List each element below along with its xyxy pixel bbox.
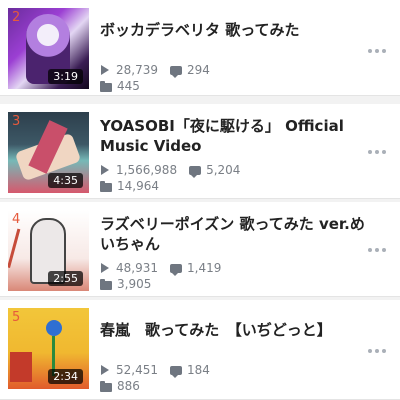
mylist-count: 445 [117,79,140,93]
comment-count: 1,419 [187,261,222,275]
duration-badge: 2:34 [48,369,83,384]
folder-icon [100,80,112,92]
more-dots-icon[interactable] [368,247,386,253]
view-count: 52,451 [116,363,158,377]
comment-icon [189,165,202,178]
list-item[interactable]: 5 2:34 春嵐 歌ってみた 【いぢどっと】 52,451 184 886 [0,300,400,400]
comment-icon [170,65,182,78]
more-dots-icon[interactable] [368,149,386,155]
view-count: 28,739 [116,63,158,77]
video-title[interactable]: ボッカデラベリタ 歌ってみた [100,20,370,40]
thumbnail-artwork [46,320,62,336]
play-icon [101,65,109,75]
video-thumbnail[interactable]: 2 3:19 [8,8,89,89]
view-count: 48,931 [116,261,158,275]
mylist-count: 14,964 [117,179,159,193]
play-icon [101,365,109,375]
video-title[interactable]: ラズベリーポイズン 歌ってみた ver.めいちゃん [100,214,370,254]
play-icon [101,263,109,273]
list-item[interactable]: 3 4:35 YOASOBI「夜に駆ける」 Official Music Vid… [0,104,400,199]
video-stats: 28,739 294 445 [100,62,210,94]
video-stats: 52,451 184 886 [100,362,210,394]
video-ranking-list: 2 3:19 ボッカデラベリタ 歌ってみた 28,739 294 445 3 4… [0,0,400,400]
folder-icon [100,180,112,192]
video-thumbnail[interactable]: 3 4:35 [8,112,89,193]
video-title[interactable]: YOASOBI「夜に駆ける」 Official Music Video [100,116,370,156]
video-title[interactable]: 春嵐 歌ってみた 【いぢどっと】 [100,320,370,340]
duration-badge: 2:55 [48,271,83,286]
duration-badge: 3:19 [48,69,83,84]
folder-icon [100,278,112,290]
video-stats: 48,931 1,419 3,905 [100,260,221,292]
mylist-count: 886 [117,379,140,393]
folder-icon [100,380,112,392]
rank-number: 3 [12,114,21,129]
duration-badge: 4:35 [48,173,83,188]
rank-number: 2 [12,10,21,25]
comment-icon [170,263,182,276]
list-item[interactable]: 4 2:55 ラズベリーポイズン 歌ってみた ver.めいちゃん 48,931 … [0,202,400,297]
rank-number: 4 [12,212,21,227]
rank-number: 5 [12,310,21,325]
video-thumbnail[interactable]: 5 2:34 [8,308,89,389]
view-count: 1,566,988 [116,163,178,177]
more-dots-icon[interactable] [368,48,386,54]
video-thumbnail[interactable]: 4 2:55 [8,210,89,291]
comment-icon [170,365,182,378]
video-stats: 1,566,988 5,204 14,964 [100,162,240,194]
more-dots-icon[interactable] [368,348,386,354]
play-icon [101,165,109,175]
comment-count: 184 [187,363,210,377]
comment-count: 294 [187,63,210,77]
thumbnail-artwork-accent [10,352,32,382]
list-item[interactable]: 2 3:19 ボッカデラベリタ 歌ってみた 28,739 294 445 [0,0,400,96]
comment-count: 5,204 [206,163,241,177]
mylist-count: 3,905 [117,277,152,291]
